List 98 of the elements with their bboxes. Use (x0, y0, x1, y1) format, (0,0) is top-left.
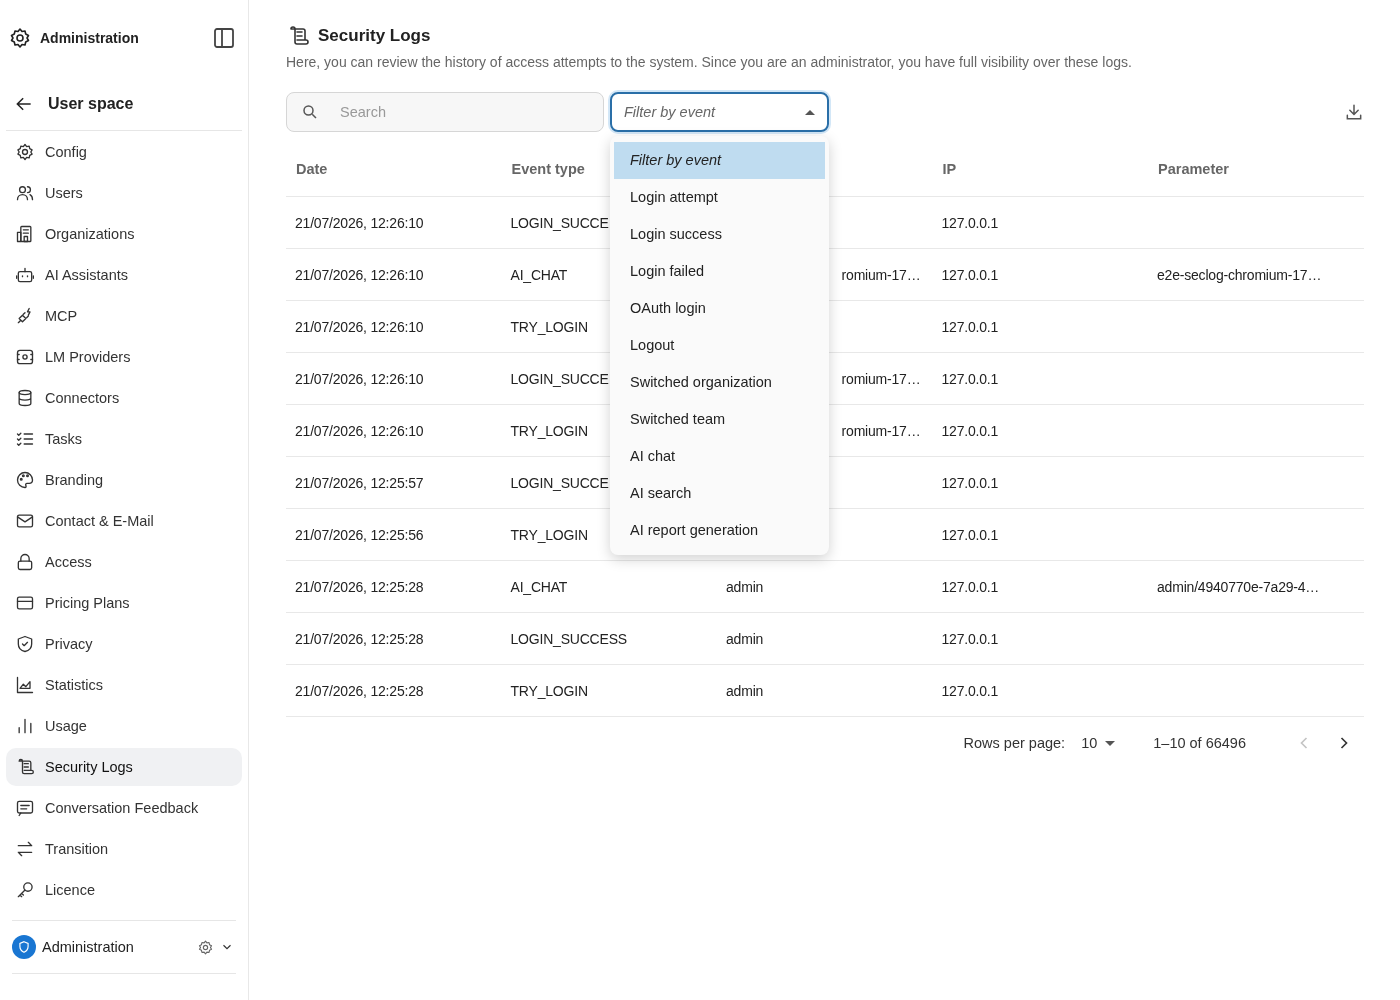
sidebar-item[interactable]: Security Logs (6, 748, 242, 786)
dropdown-option[interactable]: Switched team (614, 401, 825, 438)
table-cell: 21/07/2026, 12:25:56 (295, 526, 424, 543)
table-cell: 127.0.0.1 (941, 318, 999, 335)
palette-icon (15, 470, 35, 490)
shield-icon (15, 634, 35, 654)
gear-icon (8, 26, 32, 50)
sidebar-item[interactable]: Contact & E-Mail (6, 502, 242, 540)
event-filter-dropdown[interactable]: Filter by event (610, 92, 829, 132)
table-cell: TRY_LOGIN (510, 682, 588, 699)
rows-per-page-label: Rows per page: (963, 735, 1066, 751)
table-cell: LOGIN_SUCCESS (510, 630, 627, 647)
table-cell: admin (726, 682, 764, 699)
column-header: Parameter (1157, 161, 1230, 177)
table-cell: 127.0.0.1 (941, 266, 999, 283)
chart-icon (15, 675, 35, 695)
column-header: IP (941, 161, 958, 177)
gear-icon (15, 142, 35, 162)
table-cell: 127.0.0.1 (941, 422, 999, 439)
table-cell: admin (726, 578, 764, 595)
sidebar-item[interactable]: Tasks (6, 420, 242, 458)
dropdown-option[interactable]: Login success (614, 216, 825, 253)
arrows-icon (15, 839, 35, 859)
dropdown-option[interactable]: Switched organization (614, 364, 825, 401)
dropdown-option[interactable]: Logout (614, 327, 825, 364)
table-cell: 127.0.0.1 (941, 682, 999, 699)
table-cell: TRY_LOGIN (510, 526, 588, 543)
page-description: Here, you can review the history of access attempts to the system. Since you are an administrator, you have full visibility over these logs. (286, 54, 1133, 70)
table-cell: admin/4940770e-7a29-4… (1157, 578, 1320, 595)
table-cell: TRY_LOGIN (510, 318, 588, 335)
page-title: Security Logs (318, 26, 431, 46)
dropdown-option[interactable]: AI report generation (614, 512, 825, 549)
table-cell: 127.0.0.1 (941, 630, 999, 647)
sidebar-item[interactable]: Statistics (6, 666, 242, 704)
table-cell: e2e-seclog-chromium-17… (1157, 266, 1322, 283)
sidebar-title: Administration (40, 30, 140, 46)
download-icon[interactable] (1344, 102, 1364, 122)
table-cell: 127.0.0.1 (941, 214, 999, 231)
table-cell: AI_CHAT (510, 266, 568, 283)
workspace-name: Administration (42, 939, 135, 955)
table-cell: 127.0.0.1 (941, 474, 999, 491)
sidebar-item[interactable]: Licence (6, 871, 242, 909)
search-icon (301, 103, 319, 121)
table-cell: 21/07/2026, 12:26:10 (295, 214, 424, 231)
user-space-link[interactable]: User space (6, 78, 242, 131)
sidebar-item[interactable]: AI Assistants (6, 256, 242, 294)
sidebar-item[interactable]: Usage (6, 707, 242, 745)
rows-per-page-select[interactable]: 10 (1081, 735, 1116, 751)
sidebar-item[interactable]: Organizations (6, 215, 242, 253)
robot-icon (15, 265, 35, 285)
table-cell: 21/07/2026, 12:25:28 (295, 630, 424, 647)
message-icon (15, 798, 35, 818)
table-cell: romium-17… (841, 266, 921, 283)
page-range: 1–10 of 66496 (1153, 735, 1246, 751)
sidebar-item[interactable]: Pricing Plans (6, 584, 242, 622)
table-cell: 127.0.0.1 (941, 370, 999, 387)
dropdown-option[interactable]: Filter by event (614, 142, 825, 179)
key-icon (15, 880, 35, 900)
table-cell: 21/07/2026, 12:26:10 (295, 370, 424, 387)
table-cell: LOGIN_SUCCE (510, 214, 609, 231)
dropdown-option[interactable]: AI search (614, 475, 825, 512)
table-cell: TRY_LOGIN (510, 422, 588, 439)
shield-avatar-icon (12, 935, 36, 959)
settings-icon[interactable] (197, 938, 214, 956)
table-cell: romium-17… (841, 422, 921, 439)
table-cell: LOGIN_SUCCE (510, 370, 609, 387)
table-cell: romium-17… (841, 370, 921, 387)
sidebar-item[interactable]: Conversation Feedback (6, 789, 242, 827)
sidebar-item[interactable]: Config (6, 133, 242, 171)
column-header: Date (295, 161, 329, 177)
table-cell: 127.0.0.1 (941, 578, 999, 595)
table-cell: LOGIN_SUCCE (510, 474, 609, 491)
dropdown-option[interactable]: Login failed (614, 253, 825, 290)
chip-icon (15, 347, 35, 367)
lock-icon (15, 552, 35, 572)
users-icon (15, 183, 35, 203)
dropdown-option[interactable]: Login attempt (614, 179, 825, 216)
sidebar-item[interactable]: MCP (6, 297, 242, 335)
table-cell: 127.0.0.1 (941, 526, 999, 543)
sidebar-item[interactable]: Privacy (6, 625, 242, 663)
dropdown-option[interactable]: AI chat (614, 438, 825, 475)
sidebar-item[interactable]: LM Providers (6, 338, 242, 376)
table-cell: 21/07/2026, 12:25:28 (295, 578, 424, 595)
sidebar-item[interactable]: Access (6, 543, 242, 581)
sidebar-item[interactable]: Transition (6, 830, 242, 868)
table-cell: 21/07/2026, 12:26:10 (295, 318, 424, 335)
table-cell: 21/07/2026, 12:26:10 (295, 422, 424, 439)
sidebar-toggle-button[interactable] (212, 26, 236, 50)
table-cell: admin (726, 630, 764, 647)
sidebar-item[interactable]: Connectors (6, 379, 242, 417)
sidebar-item[interactable]: Users (6, 174, 242, 212)
table-cell: 21/07/2026, 12:26:10 (295, 266, 424, 283)
table-cell: AI_CHAT (510, 578, 568, 595)
table-cell: 21/07/2026, 12:25:28 (295, 682, 424, 699)
dropdown-option[interactable]: OAuth login (614, 290, 825, 327)
table-cell: 21/07/2026, 12:25:57 (295, 474, 424, 491)
sidebar-item[interactable]: Branding (6, 461, 242, 499)
search-field[interactable]: Search (286, 92, 604, 132)
